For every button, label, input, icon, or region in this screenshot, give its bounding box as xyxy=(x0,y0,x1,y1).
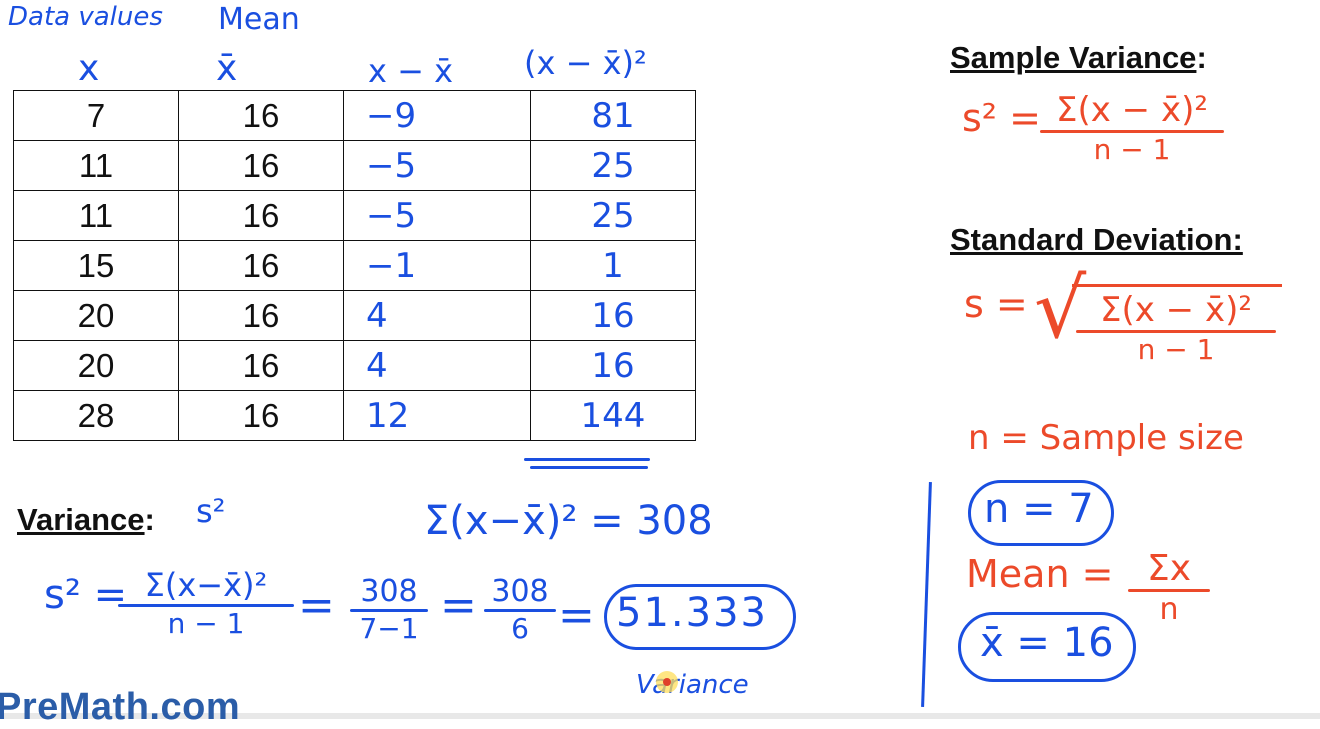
mean-fraction: Σx n xyxy=(1128,548,1210,627)
table-row: 7 16 −9 81 xyxy=(13,90,696,141)
mean-header: Mean xyxy=(218,2,300,37)
sample-variance-fraction: Σ(x − x̄)² n − 1 xyxy=(1040,90,1224,166)
mean-cell: 16 xyxy=(178,240,344,291)
table-row: 20 16 4 16 xyxy=(13,340,696,391)
variance-label-text: Variance xyxy=(17,502,145,537)
divider-line xyxy=(921,482,932,707)
deviation-cell: −1 xyxy=(343,240,531,291)
squared-cell: 144 xyxy=(530,390,696,441)
xbar-header: x̄ xyxy=(216,48,238,89)
x-cell: 7 xyxy=(13,90,179,141)
mean-value: x̄ = 16 xyxy=(980,620,1114,666)
x-cell: 11 xyxy=(13,140,179,191)
standard-deviation-heading: Standard Deviation: xyxy=(950,222,1243,258)
n-definition: n = Sample size xyxy=(968,418,1244,458)
sum-underline-1 xyxy=(524,458,650,461)
fraction-denominator: n − 1 xyxy=(167,607,245,640)
squared-deviation-header: (x − x̄)² xyxy=(524,44,647,82)
data-values-header: Data values xyxy=(8,2,163,32)
equals-sign: = xyxy=(440,580,477,631)
x-cell: 15 xyxy=(13,240,179,291)
fraction-denominator: 7−1 xyxy=(359,612,419,645)
fraction-numerator: Σ(x−x̄)² xyxy=(144,566,268,604)
variance-note: Variance xyxy=(636,670,749,700)
x-header: x xyxy=(78,48,100,89)
fraction-denominator: n − 1 xyxy=(1093,133,1171,166)
fraction-numerator: Σ(x − x̄)² xyxy=(1100,290,1252,330)
mean-lhs: Mean = xyxy=(966,552,1114,596)
deviation-cell: 12 xyxy=(343,390,531,441)
equals-sign: = xyxy=(558,590,595,641)
squared-cell: 16 xyxy=(530,290,696,341)
variance-lhs: s² = xyxy=(44,572,128,618)
mean-cell: 16 xyxy=(178,140,344,191)
standard-deviation-heading-colon: : xyxy=(1232,222,1243,257)
deviation-header: x − x̄ xyxy=(368,52,454,90)
table-row: 11 16 −5 25 xyxy=(13,190,696,241)
squared-cell: 25 xyxy=(530,190,696,241)
fraction-numerator: 308 xyxy=(491,574,549,609)
fraction-numerator: Σ(x − x̄)² xyxy=(1056,90,1208,130)
mean-cell: 16 xyxy=(178,190,344,241)
fraction-numerator: Σx xyxy=(1146,548,1192,589)
std-dev-fraction: Σ(x − x̄)² n − 1 xyxy=(1076,290,1276,366)
fraction-denominator: n xyxy=(1159,592,1179,627)
sum-of-squares: Σ(x−x̄)² = 308 xyxy=(424,498,713,544)
equals-sign: = xyxy=(298,580,335,631)
squared-cell: 1 xyxy=(530,240,696,291)
data-table: 7 16 −9 81 11 16 −5 25 11 16 −5 25 15 16… xyxy=(13,90,696,441)
mean-cell: 16 xyxy=(178,340,344,391)
deviation-cell: −9 xyxy=(343,90,531,141)
sum-underline-2 xyxy=(530,466,648,469)
x-cell: 28 xyxy=(13,390,179,441)
sd-lhs: s = xyxy=(964,282,1028,326)
variance-label-colon: : xyxy=(144,502,155,537)
squared-cell: 25 xyxy=(530,140,696,191)
sample-variance-heading-text: Sample Variance xyxy=(950,40,1197,75)
fraction-denominator: 6 xyxy=(511,612,529,645)
variance-fraction-1: Σ(x−x̄)² n − 1 xyxy=(118,566,294,640)
radical-overbar xyxy=(1072,284,1282,287)
table-row: 15 16 −1 1 xyxy=(13,240,696,291)
sample-variance-heading-colon: : xyxy=(1196,40,1207,75)
mean-cell: 16 xyxy=(178,90,344,141)
mean-cell: 16 xyxy=(178,290,344,341)
deviation-cell: −5 xyxy=(343,140,531,191)
variance-result: 51.333 xyxy=(616,590,768,636)
deviation-cell: −5 xyxy=(343,190,531,241)
x-cell: 11 xyxy=(13,190,179,241)
mean-cell: 16 xyxy=(178,390,344,441)
fraction-denominator: n − 1 xyxy=(1137,333,1215,366)
standard-deviation-heading-text: Standard Deviation xyxy=(950,222,1233,257)
squared-cell: 81 xyxy=(530,90,696,141)
deviation-cell: 4 xyxy=(343,290,531,341)
cursor-pointer xyxy=(663,678,671,686)
sample-variance-heading: Sample Variance: xyxy=(950,40,1207,76)
variance-fraction-2: 308 7−1 xyxy=(350,574,428,645)
n-value: n = 7 xyxy=(984,486,1094,532)
variance-fraction-3: 308 6 xyxy=(484,574,556,645)
table-row: 11 16 −5 25 xyxy=(13,140,696,191)
table-row: 20 16 4 16 xyxy=(13,290,696,341)
fraction-numerator: 308 xyxy=(360,574,418,609)
table-row: 28 16 12 144 xyxy=(13,390,696,441)
squared-cell: 16 xyxy=(530,340,696,391)
x-cell: 20 xyxy=(13,340,179,391)
sv-lhs: s² = xyxy=(962,96,1041,140)
variance-symbol: s² xyxy=(196,492,226,530)
x-cell: 20 xyxy=(13,290,179,341)
watermark-logo: PreMath.com xyxy=(0,686,241,728)
deviation-cell: 4 xyxy=(343,340,531,391)
variance-label: Variance: xyxy=(17,502,155,538)
